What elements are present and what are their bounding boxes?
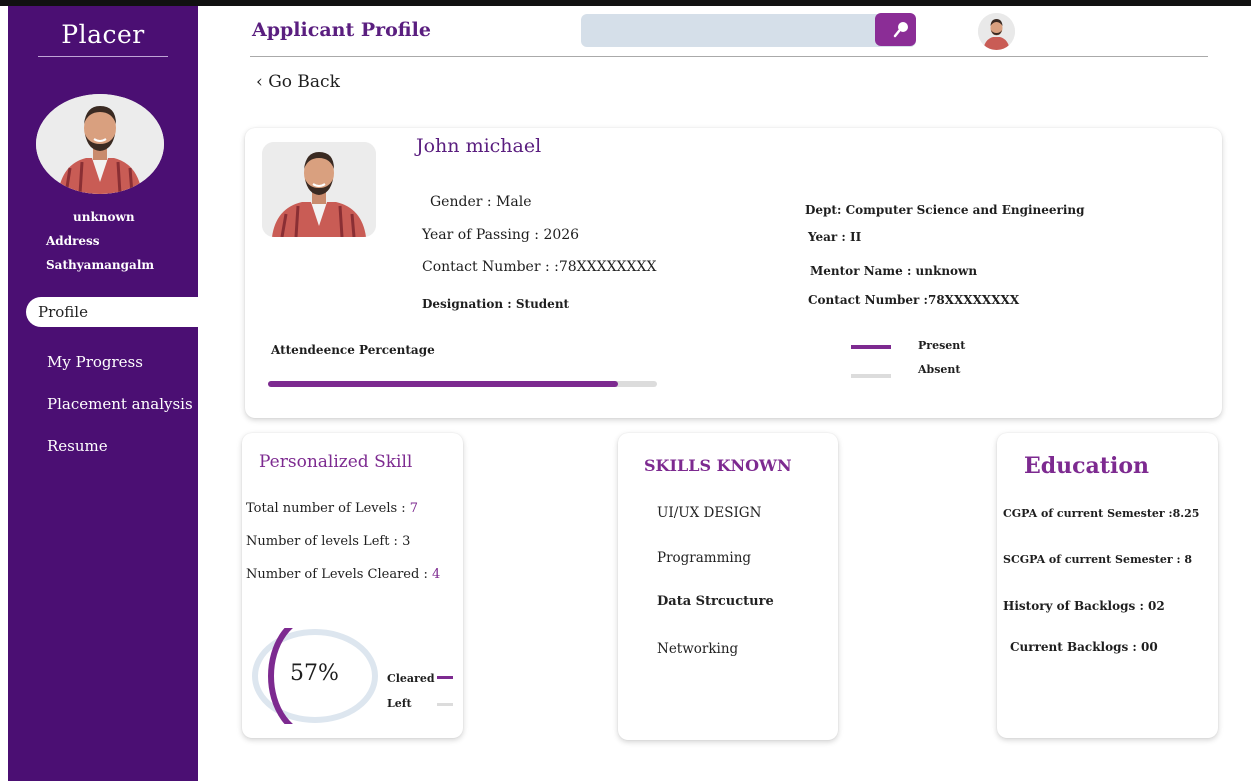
search-icon	[893, 22, 908, 38]
sidebar-avatar	[36, 94, 164, 194]
current-backlogs-text: Current Backlogs : 00	[1010, 640, 1158, 654]
person-photo-icon	[262, 142, 376, 237]
cleared-legend-swatch	[437, 676, 453, 679]
search-button[interactable]	[875, 13, 916, 46]
absent-legend-swatch	[851, 374, 891, 378]
page-title: Applicant Profile	[252, 19, 431, 41]
cleared-legend-label: Cleared	[387, 672, 435, 685]
department-text: Dept: Computer Science and Engineering	[805, 203, 1085, 217]
levels-cleared-label: Number of Levels Cleared :	[246, 567, 432, 582]
sidebar: Placer unknown Address Sathyamangalm	[8, 6, 198, 781]
gender-text: Gender : Male	[430, 194, 532, 210]
education-title: Education	[1024, 453, 1149, 479]
avatar[interactable]	[978, 13, 1015, 50]
skills-known-title: SKILLS KNOWN	[644, 456, 792, 475]
sidebar-item-profile[interactable]: Profile	[26, 297, 222, 327]
sidebar-user-name: unknown	[73, 210, 135, 224]
search-bar	[581, 14, 916, 47]
attendance-progress-bar	[268, 381, 657, 387]
total-levels-text: Total number of Levels : 7	[246, 501, 418, 516]
mentor-name-text: Mentor Name : unknown	[810, 264, 978, 278]
total-levels-label: Total number of Levels :	[246, 501, 410, 516]
levels-left-value: 3	[402, 534, 411, 549]
present-legend-label: Present	[918, 339, 966, 352]
sidebar-address-value: Sathyamangalm	[46, 258, 155, 272]
attendance-label: Attendeence Percentage	[271, 343, 435, 357]
personalized-skill-title: Personalized Skill	[259, 452, 413, 472]
profile-card	[245, 128, 1222, 418]
levels-left-label: Number of levels Left :	[246, 534, 403, 549]
designation-text: Designation : Student	[422, 297, 570, 311]
go-back-link[interactable]: ‹ Go Back	[256, 72, 340, 92]
scgpa-text: SCGPA of current Semester : 8	[1003, 553, 1193, 566]
absent-legend-label: Absent	[918, 363, 961, 376]
history-backlogs-text: History of Backlogs : 02	[1003, 599, 1165, 613]
skills-known-card	[618, 433, 838, 740]
sidebar-item-resume[interactable]: Resume	[47, 437, 108, 455]
sidebar-item-placement-analysis[interactable]: Placement analysis	[47, 395, 193, 413]
brand-divider	[38, 56, 168, 57]
contact-number-right-text: Contact Number :78XXXXXXXX	[808, 293, 1020, 307]
left-legend-swatch	[437, 703, 453, 706]
cgpa-text: CGPA of current Semester :8.25	[1003, 507, 1200, 520]
profile-photo	[262, 142, 376, 237]
skill-item-networking: Networking	[657, 641, 739, 657]
year-of-passing-text: Year of Passing : 2026	[422, 227, 580, 243]
search-input[interactable]	[591, 20, 865, 42]
person-photo-icon	[36, 94, 164, 194]
user-avatar-icon	[978, 13, 1015, 50]
total-levels-value: 7	[409, 501, 419, 516]
levels-cleared-value: 4	[431, 567, 441, 582]
applicant-name: John michael	[416, 135, 542, 157]
header-divider	[250, 56, 1208, 57]
skill-percent-text: 57%	[290, 661, 339, 686]
brand-logo: Placer	[61, 20, 145, 49]
skill-item-data-structure: Data Strcucture	[657, 594, 774, 609]
skill-item-ui-ux: UI/UX DESIGN	[657, 505, 762, 521]
attendance-progress-fill	[268, 381, 619, 387]
levels-cleared-text: Number of Levels Cleared : 4	[246, 567, 440, 582]
contact-number-text: Contact Number : :78XXXXXXXX	[422, 259, 657, 275]
present-legend-swatch	[851, 345, 891, 349]
sidebar-address-label: Address	[46, 234, 100, 248]
sidebar-item-my-progress[interactable]: My Progress	[47, 353, 143, 371]
left-legend-label: Left	[387, 697, 412, 710]
year-text: Year : II	[808, 230, 862, 244]
skill-item-programming: Programming	[657, 550, 752, 566]
levels-left-text: Number of levels Left : 3	[246, 534, 410, 549]
